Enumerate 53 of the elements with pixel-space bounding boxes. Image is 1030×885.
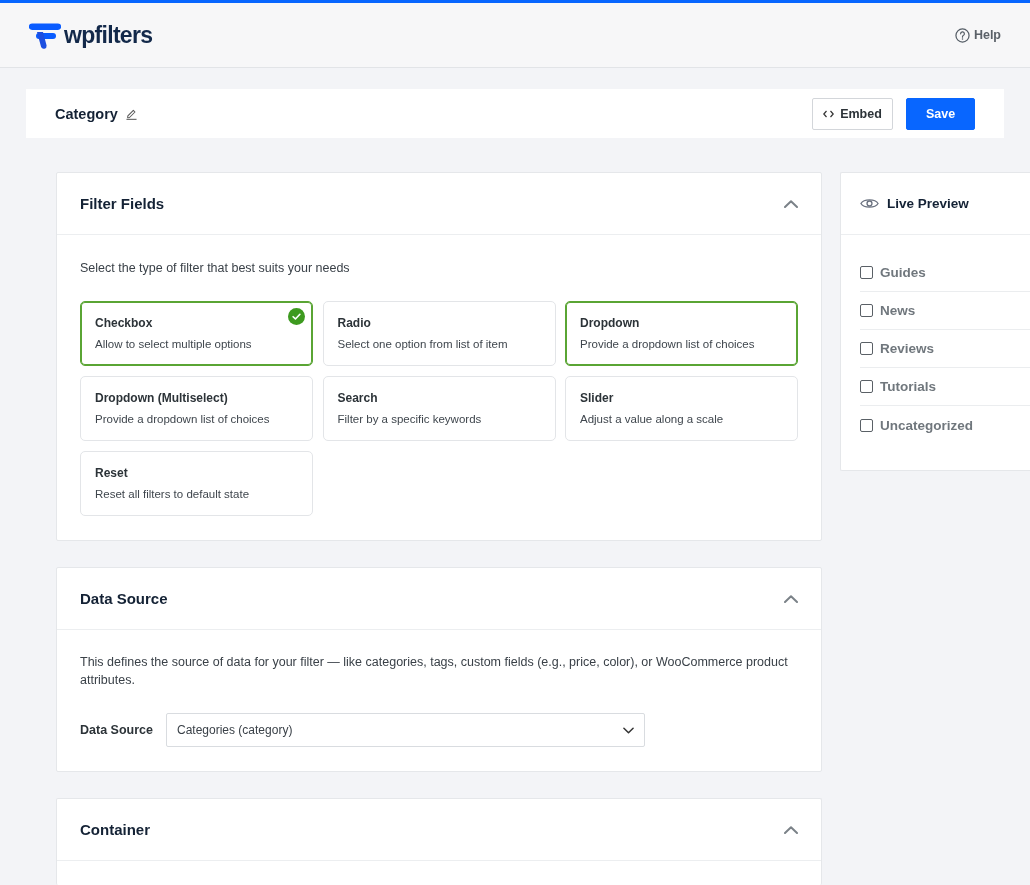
option-title: Dropdown [580,316,641,331]
option-description: Select one option from list of item [337,337,509,352]
logo-text: wpfilters [64,21,153,49]
option-label: Guides [880,265,926,280]
option-description: Filter by a specific keywords [337,412,483,427]
panel-description: Select the type of filter that best suits your needs [80,260,351,277]
panel-title: Filter Fields [80,195,165,212]
checkbox[interactable] [860,266,873,279]
option-description: Adjust a value along a scale [580,412,725,427]
option-title: Slider [580,391,615,406]
option-label: Tutorials [880,379,936,394]
option-description: Reset all filters to default state [95,487,251,502]
filter-type-card[interactable]: Checkbox Allow to select multiple options [80,301,313,366]
option-title: Reset [95,466,129,481]
filter-type-card[interactable]: Dropdown (Multiselect) Provide a dropdown list of choices [80,376,313,441]
panel-title: Data Source [80,590,168,607]
logo-icon [29,22,61,50]
filter-type-card[interactable]: Search Filter by a specific keywords [322,376,556,441]
checkbox[interactable] [860,418,873,432]
checkbox[interactable] [860,342,873,355]
chevron-up-icon[interactable] [784,594,798,603]
option-description: Provide a dropdown list of choices [95,412,271,427]
code-icon [823,109,835,118]
chevron-down-icon [623,726,634,734]
checkbox[interactable] [860,304,873,317]
chevron-up-icon[interactable] [784,199,798,208]
panel-title: Container [80,821,150,838]
eye-icon [860,197,879,210]
data-source-select[interactable]: Categories (category) [166,713,645,747]
option-description: Allow to select multiple options [95,337,253,352]
filter-type-card[interactable]: Reset Reset all filters to default state [80,451,313,516]
option-title: Checkbox [95,316,154,331]
option-title: Dropdown (Multiselect) [95,391,229,406]
filter-type-card[interactable]: Dropdown Provide a dropdown list of choices [565,301,798,366]
preview-title: Live Preview [887,196,969,211]
option-label: Reviews [880,341,935,356]
option-title: Search [337,391,379,406]
field-label: Data Source [80,723,154,737]
help-icon [954,27,970,43]
save-button[interactable]: Save [906,97,975,130]
chevron-up-icon[interactable] [784,825,798,834]
option-label: Uncategorized [880,417,974,433]
filter-type-card[interactable]: Radio Select one option from list of item [322,301,556,366]
panel-description: This defines the source of data for your filter — like categories, tags, custom fields (e.g., price, color), or WooCommerce product attributes. [80,654,789,689]
checkbox[interactable] [860,380,873,393]
option-title: Radio [337,316,372,331]
option-label: News [880,303,916,318]
option-description: Provide a dropdown list of choices [580,337,756,352]
filter-name: Category [55,105,118,122]
embed-button[interactable]: Embed [812,97,893,130]
filter-type-card[interactable]: Slider Adjust a value along a scale [565,376,798,441]
pencil-icon[interactable] [125,107,137,120]
help-link[interactable]: Help [954,27,1001,43]
